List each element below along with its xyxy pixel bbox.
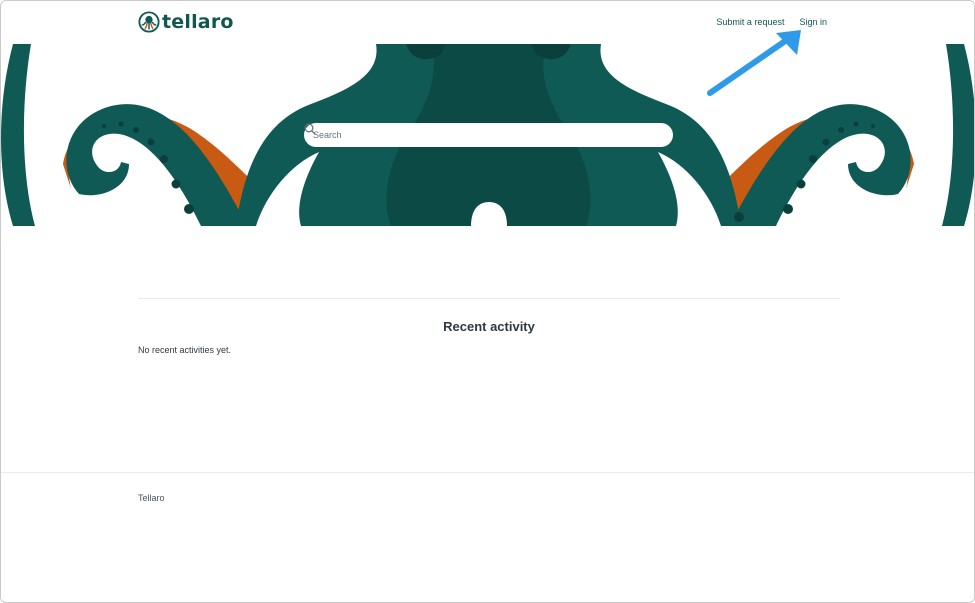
octopus-icon: [138, 11, 160, 33]
footer-brand-link[interactable]: Tellaro: [138, 493, 165, 503]
recent-activity-empty-message: No recent activities yet.: [138, 345, 232, 355]
content-divider: [138, 298, 840, 299]
brand-name: tellaro: [162, 11, 234, 33]
recent-activity-heading: Recent activity: [443, 319, 535, 334]
brand-logo-link[interactable]: tellaro: [138, 11, 234, 33]
hero-banner: [1, 44, 974, 226]
browser-frame: tellaro Submit a request Sign in Search …: [0, 0, 975, 603]
search-input[interactable]: [313, 130, 643, 140]
arrow-pointer-icon: [707, 30, 801, 96]
search-bar[interactable]: [304, 123, 673, 147]
site-footer: Tellaro: [1, 472, 974, 602]
site-header: tellaro Submit a request Sign in: [1, 1, 974, 44]
search-icon: [304, 123, 316, 135]
